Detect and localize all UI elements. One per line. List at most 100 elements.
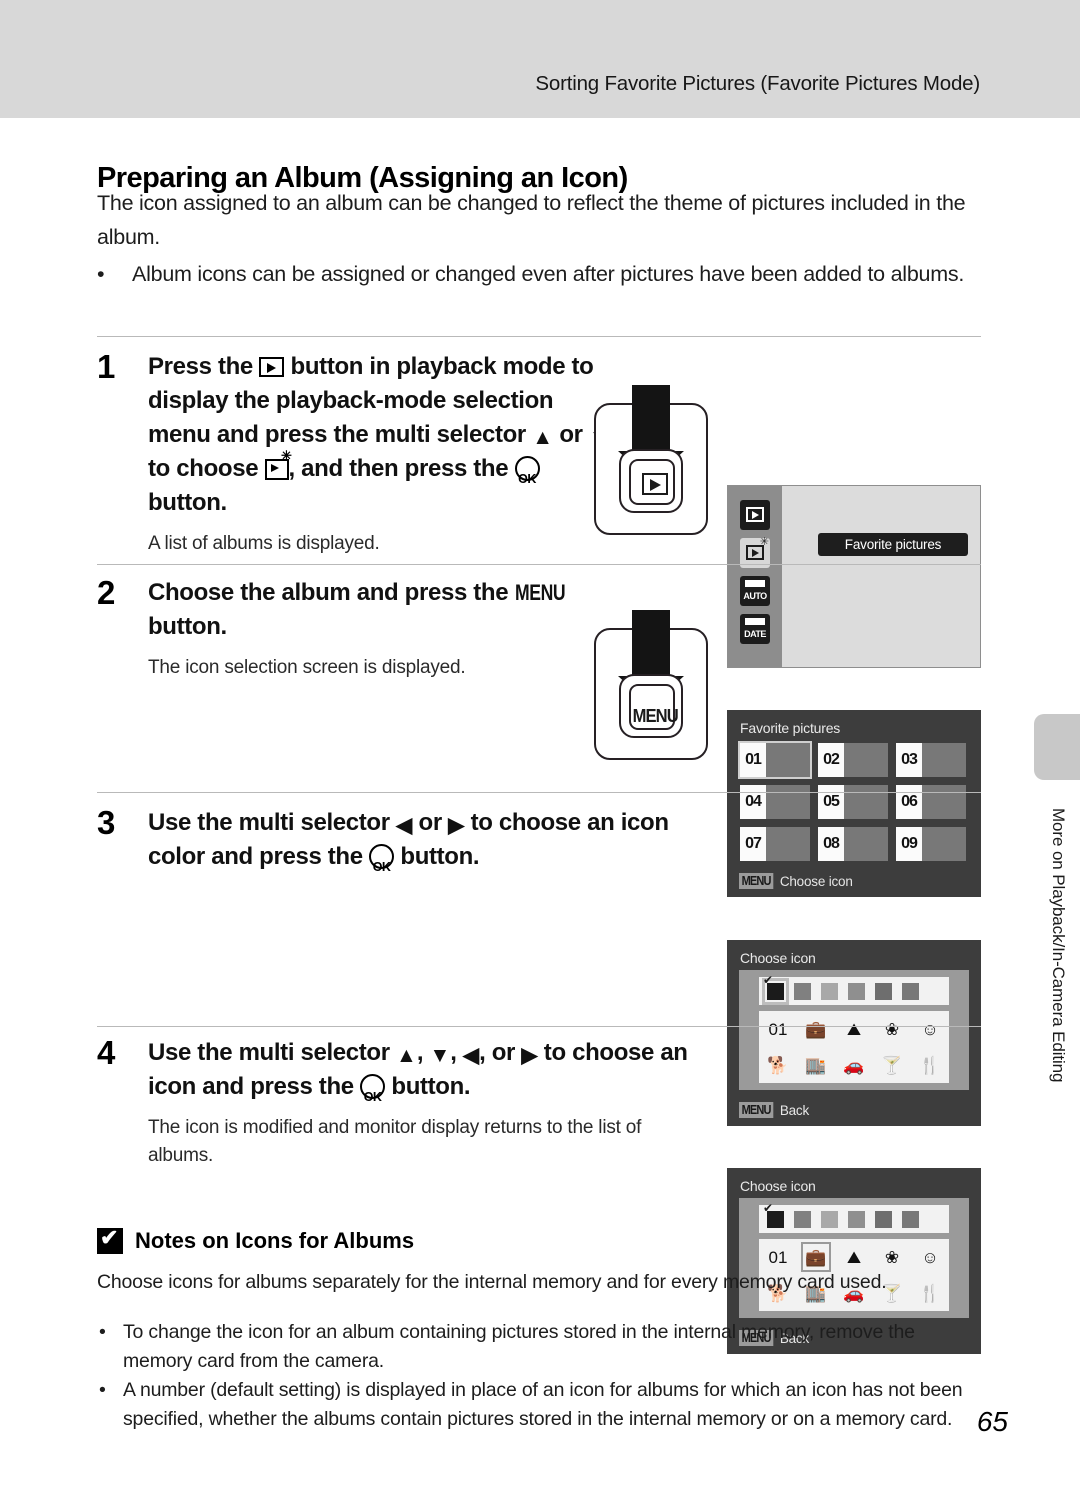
color-swatch[interactable] bbox=[821, 982, 838, 1000]
step-4-instruction: Use the multi selector ▲, ▼, ◀, or ▶ to … bbox=[148, 1036, 708, 1114]
step-4-sep-3: , or bbox=[479, 1039, 522, 1066]
playback-key-inner bbox=[629, 459, 675, 505]
choose-icon-footer: MENU Back bbox=[739, 1102, 809, 1118]
favorite-pictures-label: Favorite pictures bbox=[844, 537, 942, 552]
color-swatch[interactable]: ✔ bbox=[763, 1202, 784, 1228]
divider-above-step-4 bbox=[97, 1026, 981, 1027]
buildings-icon[interactable]: 🏬 bbox=[801, 1050, 831, 1080]
flower-icon[interactable]: ❀ bbox=[877, 1014, 907, 1044]
car-icon[interactable]: 🚗 bbox=[839, 1050, 869, 1080]
rail-icon-playback[interactable] bbox=[740, 500, 770, 530]
rail-icon-list-by-date[interactable]: DATE bbox=[740, 614, 770, 644]
page-number: 65 bbox=[976, 1406, 1008, 1437]
step-3-text-part-1: Use the multi selector bbox=[148, 809, 397, 836]
mountain-icon[interactable]: ⛰ bbox=[839, 1014, 869, 1044]
step-1-note: A list of albums is displayed. bbox=[148, 533, 380, 554]
album-thumb[interactable]: 04 bbox=[739, 784, 811, 820]
color-swatch[interactable] bbox=[902, 1210, 919, 1228]
notes-bullet-item: • A number (default setting) is displaye… bbox=[97, 1376, 987, 1434]
notes-intro-text: Choose icons for albums separately for t… bbox=[97, 1271, 887, 1293]
multi-selector-right-icon: ▶ bbox=[448, 814, 465, 837]
notes-bullet-item: • To change the icon for an album contai… bbox=[97, 1318, 987, 1376]
step-1-text-part-1: Press the bbox=[148, 353, 260, 380]
album-thumb[interactable]: 01 bbox=[738, 741, 812, 779]
running-header-title: Sorting Favorite Pictures (Favorite Pict… bbox=[535, 72, 980, 95]
cursor-pin-icon: ✔ bbox=[763, 1200, 774, 1215]
menu-key: MENU bbox=[619, 674, 683, 738]
press-arrow-icon bbox=[618, 385, 684, 481]
album-number: 09 bbox=[896, 827, 922, 861]
album-number: 01 bbox=[740, 743, 766, 777]
album-list-title: Favorite pictures bbox=[740, 720, 841, 736]
album-thumb[interactable]: 03 bbox=[895, 742, 967, 778]
notes-heading: Notes on Icons for Albums bbox=[97, 1225, 415, 1254]
album-thumb[interactable]: 05 bbox=[817, 784, 889, 820]
rail-icon-auto-label: AUTO bbox=[743, 591, 767, 602]
color-swatch[interactable] bbox=[794, 1210, 811, 1228]
rail-icon-date-label: DATE bbox=[744, 629, 766, 640]
color-swatch-row: ✔ bbox=[759, 974, 949, 1005]
notes-heading-text: Notes on Icons for Albums bbox=[135, 1228, 415, 1253]
step-4-sep-1: , bbox=[416, 1039, 430, 1066]
step-2-number: 2 bbox=[97, 574, 116, 611]
step-4-sep-2: , bbox=[450, 1039, 463, 1066]
choose-icon-footer-label: Back bbox=[779, 1102, 810, 1118]
playback-button-icon bbox=[259, 357, 285, 377]
color-swatch[interactable] bbox=[821, 1210, 838, 1228]
album-thumb[interactable]: 09 bbox=[895, 826, 967, 862]
menu-chip-icon: MENU bbox=[739, 1102, 774, 1118]
ok-button-icon bbox=[369, 844, 395, 884]
color-swatch[interactable] bbox=[848, 1210, 865, 1228]
color-swatch[interactable]: ✔ bbox=[762, 974, 789, 1005]
album-number: 07 bbox=[740, 827, 766, 861]
color-swatch[interactable] bbox=[902, 982, 919, 1000]
album-number: 06 bbox=[896, 785, 922, 819]
screen-playback-mode-menu: ✳ AUTO DATE Favorite pictures bbox=[727, 485, 981, 668]
menu-chip-icon: MENU bbox=[739, 873, 774, 889]
color-swatch[interactable] bbox=[848, 982, 865, 1000]
album-thumb[interactable]: 06 bbox=[895, 784, 967, 820]
cursor-pin-icon: ✔ bbox=[763, 972, 774, 987]
playback-icon bbox=[746, 507, 764, 522]
menu-key-inner: MENU bbox=[629, 684, 679, 730]
caution-check-icon bbox=[97, 1225, 123, 1254]
press-arrow-icon bbox=[618, 610, 684, 706]
choose-icon-title: Choose icon bbox=[740, 1178, 816, 1194]
bullet-mark: • bbox=[99, 1321, 106, 1343]
color-swatch[interactable] bbox=[875, 982, 892, 1000]
step-2-text-part-2: button. bbox=[148, 613, 227, 640]
intro-bullet-text: Album icons can be assigned or changed e… bbox=[132, 262, 965, 286]
album-thumb[interactable]: 07 bbox=[739, 826, 811, 862]
step-1-text-part-4: , and then press the bbox=[288, 455, 515, 482]
favorite-pictures-highlight-bar[interactable]: Favorite pictures bbox=[818, 533, 968, 556]
step-3-text-part-3: button. bbox=[394, 843, 480, 870]
album-number: 08 bbox=[818, 827, 844, 861]
rail-icon-auto-sort[interactable]: AUTO bbox=[740, 576, 770, 606]
cocktail-icon[interactable]: 🍸 bbox=[877, 1050, 907, 1080]
notes-bullet-text: To change the icon for an album containi… bbox=[123, 1321, 915, 1372]
ok-button-icon bbox=[514, 456, 540, 496]
favorite-pictures-mode-icon bbox=[264, 449, 292, 480]
step-1-text-part-3: to choose bbox=[148, 455, 265, 482]
suitcase-icon[interactable]: 💼 bbox=[801, 1014, 831, 1044]
number-icon[interactable]: 01 bbox=[763, 1014, 793, 1044]
menu-button-icon: MENU bbox=[514, 580, 566, 605]
color-swatch[interactable] bbox=[794, 982, 811, 1000]
color-swatch-row: ✔ bbox=[759, 1202, 949, 1233]
multi-selector-down-icon: ▼ bbox=[429, 1044, 451, 1067]
face-icon[interactable]: ☺ bbox=[915, 1014, 945, 1044]
dog-icon[interactable]: 🐕 bbox=[763, 1050, 793, 1080]
cutlery-icon[interactable]: 🍴 bbox=[915, 1050, 945, 1080]
running-header-band bbox=[0, 0, 1080, 118]
album-thumb[interactable]: 02 bbox=[817, 742, 889, 778]
album-number: 02 bbox=[818, 743, 844, 777]
divider-above-step-3 bbox=[97, 792, 981, 793]
color-swatch[interactable] bbox=[875, 1210, 892, 1228]
divider-above-step-2 bbox=[97, 564, 981, 565]
step-1-text-part-5: button. bbox=[148, 489, 227, 516]
ok-button-icon bbox=[360, 1074, 386, 1114]
step-2-text-part-1: Choose the album and press the bbox=[148, 579, 515, 606]
multi-selector-left-icon: ◀ bbox=[462, 1044, 480, 1067]
album-thumb[interactable]: 08 bbox=[817, 826, 889, 862]
playback-key bbox=[619, 449, 683, 513]
